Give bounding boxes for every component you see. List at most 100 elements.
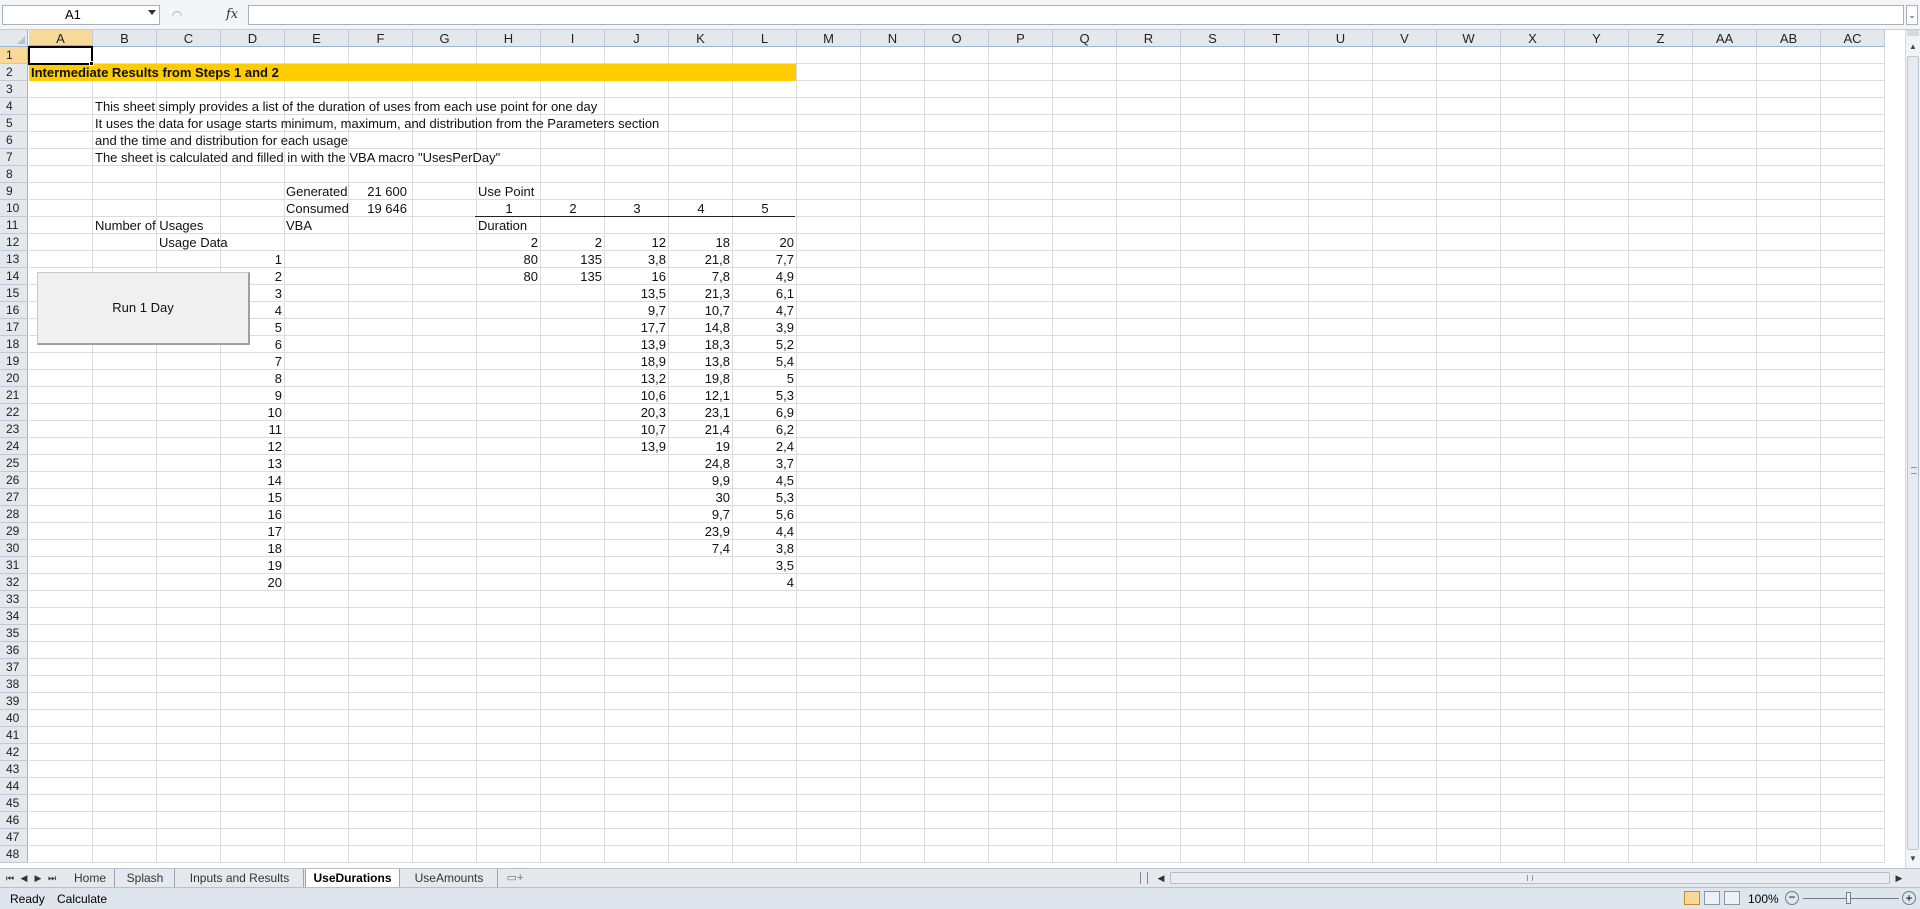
tab-usedurations[interactable]: UseDurations xyxy=(305,869,400,887)
duration-cell[interactable]: 13,8 xyxy=(669,353,733,370)
row-header-39[interactable]: 39 xyxy=(0,693,28,710)
column-header-p[interactable]: P xyxy=(989,30,1053,47)
row-header-27[interactable]: 27 xyxy=(0,489,28,506)
zoom-slider-track[interactable] xyxy=(1803,898,1899,899)
tab-split-handle[interactable] xyxy=(1140,872,1148,884)
row-header-7[interactable]: 7 xyxy=(0,149,28,166)
row-header-2[interactable]: 2 xyxy=(0,64,28,81)
duration-cell[interactable]: 3,7 xyxy=(733,455,797,472)
duration-cell[interactable]: 19 xyxy=(669,438,733,455)
worksheet-grid[interactable]: A B C D E F G H I J K L M N O P Q R S T U V W X Y Z AA AB AC 1234567… xyxy=(0,30,1905,868)
column-header-d[interactable]: D xyxy=(221,30,285,47)
row-header-14[interactable]: 14 xyxy=(0,268,28,285)
column-header-l[interactable]: L xyxy=(733,30,797,47)
row-header-31[interactable]: 31 xyxy=(0,557,28,574)
column-header-s[interactable]: S xyxy=(1181,30,1245,47)
row-header-30[interactable]: 30 xyxy=(0,540,28,557)
duration-cell[interactable]: 3,9 xyxy=(733,319,797,336)
duration-cell[interactable]: 13,9 xyxy=(605,336,669,353)
column-header-y[interactable]: Y xyxy=(1565,30,1629,47)
first-sheet-icon[interactable]: ⏮ xyxy=(4,870,16,886)
duration-cell[interactable]: 80 xyxy=(477,268,541,285)
insert-sheet-icon[interactable]: ▭+ xyxy=(502,871,528,885)
tab-home[interactable]: Home xyxy=(66,869,115,887)
row-header-18[interactable]: 18 xyxy=(0,336,28,353)
column-header-a[interactable]: A xyxy=(29,30,93,47)
duration-cell[interactable]: 24,8 xyxy=(669,455,733,472)
formula-input[interactable] xyxy=(248,5,1904,25)
column-header-w[interactable]: W xyxy=(1437,30,1501,47)
duration-cell[interactable]: 13,2 xyxy=(605,370,669,387)
scroll-up-icon[interactable]: ▲ xyxy=(1907,40,1919,54)
row-header-28[interactable]: 28 xyxy=(0,506,28,523)
duration-cell[interactable]: 6,2 xyxy=(733,421,797,438)
zoom-in-icon[interactable]: + xyxy=(1902,891,1916,905)
row-header-45[interactable]: 45 xyxy=(0,795,28,812)
duration-cell[interactable]: 13,5 xyxy=(605,285,669,302)
row-header-12[interactable]: 12 xyxy=(0,234,28,251)
prev-sheet-icon[interactable]: ◀ xyxy=(18,870,30,886)
duration-cell[interactable]: 5,4 xyxy=(733,353,797,370)
row-header-6[interactable]: 6 xyxy=(0,132,28,149)
duration-cell[interactable]: 7,7 xyxy=(733,251,797,268)
page-break-view-icon[interactable] xyxy=(1724,891,1740,905)
row-header-3[interactable]: 3 xyxy=(0,81,28,98)
formula-bar-resize-icon[interactable]: ◠ xyxy=(166,6,188,24)
status-calculate[interactable]: Calculate xyxy=(57,892,107,906)
scroll-right-icon[interactable]: ▶ xyxy=(1892,869,1906,887)
duration-cell[interactable]: 21,4 xyxy=(669,421,733,438)
column-header-k[interactable]: K xyxy=(669,30,733,47)
row-header-10[interactable]: 10 xyxy=(0,200,28,217)
tab-inputs-and-results[interactable]: Inputs and Results xyxy=(176,869,304,887)
horizontal-scrollbar[interactable]: ◀ ▶ xyxy=(1140,869,1920,887)
duration-cell[interactable]: 23,1 xyxy=(669,404,733,421)
row-header-33[interactable]: 33 xyxy=(0,591,28,608)
row-header-5[interactable]: 5 xyxy=(0,115,28,132)
column-header-o[interactable]: O xyxy=(925,30,989,47)
name-box-dropdown-icon[interactable] xyxy=(148,10,156,15)
normal-view-icon[interactable] xyxy=(1684,891,1700,905)
duration-cell[interactable]: 7,4 xyxy=(669,540,733,557)
column-header-q[interactable]: Q xyxy=(1053,30,1117,47)
row-header-47[interactable]: 47 xyxy=(0,829,28,846)
duration-cell[interactable]: 4 xyxy=(733,574,797,591)
duration-cell[interactable]: 10,7 xyxy=(669,302,733,319)
split-handle[interactable] xyxy=(1907,30,1919,36)
column-header-c[interactable]: C xyxy=(157,30,221,47)
row-header-20[interactable]: 20 xyxy=(0,370,28,387)
duration-cell[interactable]: 3,8 xyxy=(733,540,797,557)
row-header-21[interactable]: 21 xyxy=(0,387,28,404)
column-header-h[interactable]: H xyxy=(477,30,541,47)
expand-formula-bar-icon[interactable]: ⌄ xyxy=(1906,5,1918,25)
duration-cell[interactable]: 20,3 xyxy=(605,404,669,421)
row-header-24[interactable]: 24 xyxy=(0,438,28,455)
horizontal-scroll-thumb[interactable] xyxy=(1170,872,1890,884)
duration-cell[interactable]: 9,7 xyxy=(669,506,733,523)
duration-cell[interactable]: 4,5 xyxy=(733,472,797,489)
duration-cell[interactable]: 5,2 xyxy=(733,336,797,353)
duration-cell[interactable]: 21,3 xyxy=(669,285,733,302)
page-layout-view-icon[interactable] xyxy=(1704,891,1720,905)
row-header-11[interactable]: 11 xyxy=(0,217,28,234)
column-header-r[interactable]: R xyxy=(1117,30,1181,47)
column-header-j[interactable]: J xyxy=(605,30,669,47)
column-header-t[interactable]: T xyxy=(1245,30,1309,47)
duration-cell[interactable]: 23,9 xyxy=(669,523,733,540)
row-header-36[interactable]: 36 xyxy=(0,642,28,659)
duration-cell[interactable]: 3,8 xyxy=(605,251,669,268)
row-header-13[interactable]: 13 xyxy=(0,251,28,268)
row-header-26[interactable]: 26 xyxy=(0,472,28,489)
row-header-1[interactable]: 1 xyxy=(0,47,28,64)
duration-cell[interactable]: 30 xyxy=(669,489,733,506)
duration-cell[interactable]: 5,3 xyxy=(733,489,797,506)
row-header-22[interactable]: 22 xyxy=(0,404,28,421)
duration-cell[interactable]: 10,6 xyxy=(605,387,669,404)
duration-cell[interactable]: 12,1 xyxy=(669,387,733,404)
row-header-42[interactable]: 42 xyxy=(0,744,28,761)
zoom-level[interactable]: 100% xyxy=(1748,892,1779,906)
duration-cell[interactable]: 5,3 xyxy=(733,387,797,404)
duration-cell[interactable]: 5,6 xyxy=(733,506,797,523)
duration-cell[interactable]: 135 xyxy=(541,251,605,268)
row-header-8[interactable]: 8 xyxy=(0,166,28,183)
duration-cell[interactable]: 6,9 xyxy=(733,404,797,421)
